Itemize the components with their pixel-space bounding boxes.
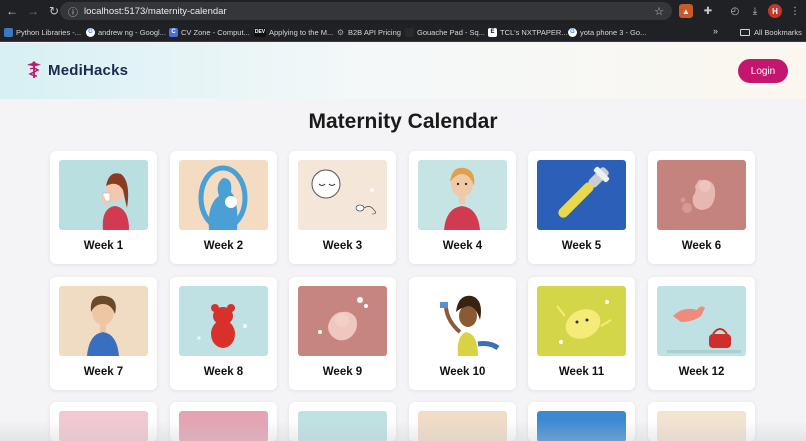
bookmark-item[interactable]: C CV Zone - Comput... [169, 25, 250, 39]
app-header: MediHacks Login [0, 43, 806, 99]
logo-text: MediHacks [48, 61, 129, 79]
bookmark-item[interactable]: Python Libraries -... [4, 25, 81, 39]
engadget-icon: E [488, 27, 497, 37]
bookmark-star-icon[interactable]: ☆ [654, 5, 664, 18]
week-label: Week 12 [678, 366, 725, 378]
cvzone-icon: C [169, 27, 178, 37]
week-card-10[interactable]: Week 10 [409, 277, 516, 390]
download-icon[interactable]: ⤓ [748, 4, 762, 18]
week-label: Week 4 [442, 240, 483, 252]
lemon-icon [537, 286, 626, 356]
week-label: Week 3 [322, 240, 363, 252]
week-card-4[interactable]: Week 4 [409, 151, 516, 264]
week-label: Week 7 [83, 366, 124, 378]
week-label: Week 10 [439, 366, 486, 378]
address-bar[interactable]: ⓘ localhost:5173/maternity-calendar ☆ [60, 2, 672, 20]
forward-icon[interactable]: → [24, 2, 42, 20]
bookmark-label: Gouache Pad - Sq... [417, 27, 485, 37]
bookmark-item[interactable]: G andrew ng - Googl... [86, 25, 166, 39]
google-icon: G [86, 27, 95, 37]
google-icon: G [568, 27, 577, 37]
egg-sperm-icon [298, 160, 387, 230]
address-url: localhost:5173/maternity-calendar [84, 5, 227, 17]
week-label: Week 11 [558, 366, 605, 378]
bookmark-label: andrew ng - Googl... [98, 27, 166, 37]
squarespace-icon [405, 27, 414, 37]
python-icon [4, 27, 13, 37]
bookmark-label: yota phone 3 - Go... [580, 27, 647, 37]
week-card-5[interactable]: Week 5 [528, 151, 635, 264]
folder-icon [740, 28, 750, 36]
dev-icon: DEV [254, 27, 266, 37]
week-label: Week 5 [561, 240, 602, 252]
logo[interactable]: MediHacks [24, 60, 128, 80]
week-label: Week 6 [681, 240, 722, 252]
week-card-2[interactable]: Week 2 [170, 151, 277, 264]
week-card-12[interactable]: Week 12 [648, 277, 755, 390]
gear-icon: ⚙ [336, 27, 345, 37]
woman-drinking-icon [59, 160, 148, 230]
browser-toolbar: ← → ↻ ⓘ localhost:5173/maternity-calenda… [0, 0, 806, 22]
week-card-9[interactable]: Week 9 [289, 277, 396, 390]
bookmark-label: B2B API Pricing [348, 27, 401, 37]
week-label: Week 9 [322, 366, 363, 378]
caduceus-icon [27, 61, 41, 78]
embryo-icon [657, 160, 746, 230]
profile-avatar[interactable]: H [768, 4, 782, 18]
all-bookmarks-button[interactable]: All Bookmarks [740, 25, 802, 39]
week-card-1[interactable]: Week 1 [50, 151, 157, 264]
bookmark-label: TCL's NXTPAPER... [500, 27, 568, 37]
week-label: Week 8 [203, 366, 244, 378]
cast-icon[interactable]: ◴ [728, 4, 742, 18]
cat-handbag-icon [657, 286, 746, 356]
bookmark-item[interactable]: E TCL's NXTPAPER... [488, 25, 568, 39]
login-button[interactable]: Login [738, 59, 788, 83]
week-label: Week 2 [203, 240, 244, 252]
week-label: Week 1 [83, 240, 124, 252]
bookmark-item[interactable]: DEV Applying to the M... [254, 25, 333, 39]
bookmark-label: Python Libraries -... [16, 27, 82, 37]
week-card-8[interactable]: Week 8 [170, 277, 277, 390]
week-card-7[interactable]: Week 7 [50, 277, 157, 390]
fetus-icon [298, 286, 387, 356]
bookmark-item[interactable]: G yota phone 3 - Go... [568, 25, 646, 39]
bookmark-item[interactable]: ⚙ B2B API Pricing [336, 25, 401, 39]
bookmark-item[interactable]: Gouache Pad - Sq... [405, 25, 485, 39]
week-card-11[interactable]: Week 11 [528, 277, 635, 390]
extension-fox-icon[interactable]: ▲ [679, 4, 693, 18]
mother-silhouette-icon [179, 160, 268, 230]
woman-stretching-icon [418, 286, 507, 356]
bookmarks-overflow-icon[interactable]: » [713, 26, 718, 36]
bookmark-label: Applying to the M... [269, 27, 334, 37]
scroll-shade [0, 420, 806, 441]
week-card-6[interactable]: Week 6 [648, 151, 755, 264]
woman-short-hair-icon [59, 286, 148, 356]
extensions-puzzle-icon[interactable]: ✚ [701, 4, 715, 18]
menu-kebab-icon[interactable]: ⋮ [788, 4, 802, 18]
gummy-bear-icon [179, 286, 268, 356]
bookmarks-bar: Python Libraries -... G andrew ng - Goog… [0, 22, 806, 42]
bookmark-label: CV Zone - Comput... [181, 27, 250, 37]
week-card-3[interactable]: Week 3 [289, 151, 396, 264]
woman-worried-icon [418, 160, 507, 230]
all-bookmarks-label: All Bookmarks [754, 27, 802, 37]
site-info-icon[interactable]: ⓘ [68, 4, 78, 19]
back-icon[interactable]: ← [3, 2, 21, 20]
page-title: Maternity Calendar [308, 110, 498, 133]
toothbrush-icon [537, 160, 626, 230]
